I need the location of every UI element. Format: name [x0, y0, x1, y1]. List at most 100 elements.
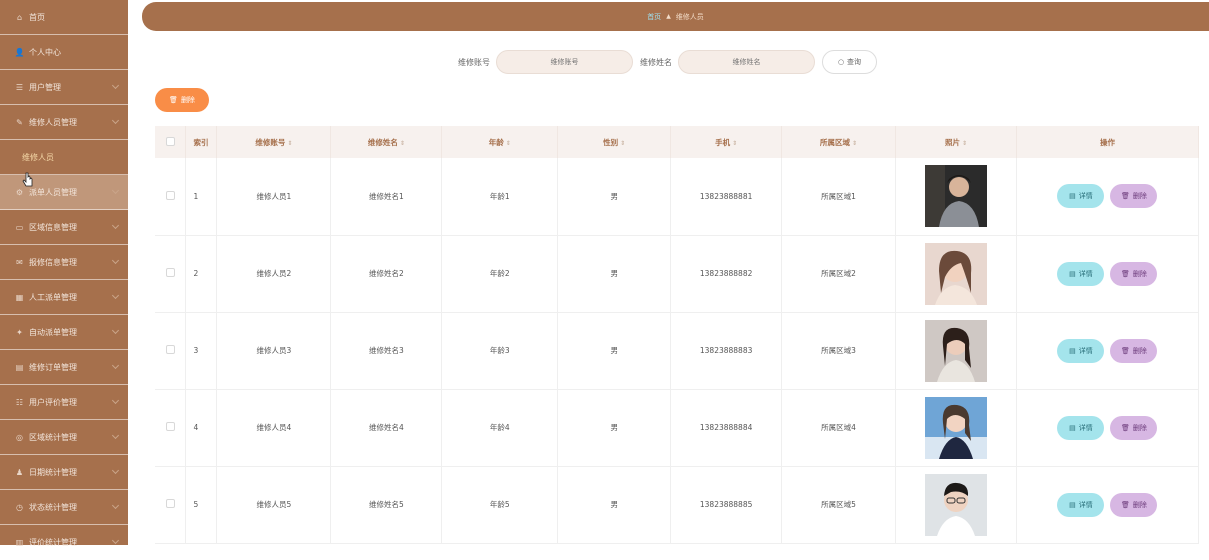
avatar[interactable]: [925, 473, 987, 536]
sidebar-item-1[interactable]: 👤 个人中心: [0, 35, 128, 70]
select-all-checkbox[interactable]: [165, 136, 175, 146]
row-checkbox[interactable]: [165, 268, 175, 277]
table-row: 4 维修人员4 维修姓名4 年龄4 男 13823888884 所属区域4 ▤ 详情 🗑 删除: [155, 389, 1200, 467]
row-delete-button[interactable]: 🗑 删除: [1110, 492, 1158, 517]
row-checkbox[interactable]: [165, 190, 175, 200]
name-label: 维修姓名: [640, 57, 672, 67]
sidebar-item-11[interactable]: ☷ 用户评价管理: [0, 385, 128, 420]
sidebar-item-13[interactable]: ♟ 日期统计管理: [0, 455, 128, 490]
detail-label: 详情: [1078, 192, 1093, 201]
row-select-cell: [155, 389, 187, 467]
users-icon: ☰: [15, 82, 24, 92]
sidebar-item-5[interactable]: ⚙ 派单人员管理: [0, 175, 128, 210]
document-icon: ▤: [1069, 500, 1076, 509]
sidebar-item-label: 个人中心: [29, 47, 61, 57]
account-search-input[interactable]: [496, 50, 633, 74]
delete-label: 删除: [1132, 346, 1147, 355]
header-name[interactable]: 维修姓名 ⇕: [330, 126, 443, 158]
report-icon: ✉: [16, 257, 23, 267]
avatar[interactable]: [925, 319, 987, 382]
header-gender[interactable]: 性别 ⇕: [557, 126, 672, 158]
cell-gender: 男: [557, 235, 672, 313]
header-age-label: 年龄: [488, 137, 504, 147]
sidebar-item-14[interactable]: ◷ 状态统计管理: [0, 490, 128, 525]
row-select-cell: [155, 158, 187, 236]
trash-icon: 🗑: [169, 96, 178, 104]
cell-region: 所属区域1: [781, 158, 897, 236]
row-delete-button[interactable]: 🗑 删除: [1110, 184, 1158, 209]
table-row: 2 维修人员2 维修姓名2 年龄2 男 13823888882 所属区域2 ▤ 详情 🗑 删除: [155, 235, 1200, 313]
map-icon: ▭: [15, 222, 24, 232]
sort-icon: ⇕: [399, 139, 405, 147]
row-delete-button[interactable]: 🗑 删除: [1110, 415, 1158, 440]
cell-photo: [895, 312, 1017, 390]
cell-index: 2: [185, 235, 218, 313]
query-button[interactable]: ○ 查询: [822, 50, 877, 74]
header-phone[interactable]: 手机 ⇕: [670, 126, 783, 158]
bulk-delete-button[interactable]: 🗑 删除: [155, 88, 209, 112]
delete-label: 删除: [1132, 423, 1147, 432]
cell-photo: [895, 158, 1017, 236]
sidebar-item-12[interactable]: ◎ 区域统计管理: [0, 420, 128, 455]
avatar[interactable]: [925, 396, 987, 459]
header-age[interactable]: 年龄 ⇕: [441, 126, 559, 158]
row-checkbox[interactable]: [165, 422, 175, 431]
detail-button[interactable]: ▤ 详情: [1057, 415, 1105, 440]
delete-label: 删除: [1132, 500, 1147, 509]
sidebar-item-3[interactable]: ✎ 维修人员管理: [0, 105, 128, 140]
sidebar-item-label: 自动派单管理: [29, 327, 77, 337]
header-account[interactable]: 维修账号 ⇕: [216, 126, 332, 158]
header-photo[interactable]: 照片 ⇕: [895, 126, 1017, 158]
query-button-label: 查询: [847, 58, 862, 66]
sidebar-item-6[interactable]: ▭ 区域信息管理: [0, 210, 128, 245]
cell-name: 维修姓名2: [330, 235, 443, 313]
breadcrumb: 首页 ▲ 维修人员: [142, 2, 1209, 31]
cell-region: 所属区域2: [781, 235, 897, 313]
detail-button[interactable]: ▤ 详情: [1057, 492, 1105, 517]
cell-ops: ▤ 详情 🗑 删除: [1016, 158, 1200, 236]
bulk-delete-label: 删除: [180, 96, 195, 104]
row-delete-button[interactable]: 🗑 删除: [1110, 338, 1158, 363]
home-icon: ⌂: [16, 12, 23, 22]
row-checkbox[interactable]: [165, 345, 175, 354]
auto-icon: ✦: [16, 327, 23, 337]
sidebar-item-4[interactable]: 维修人员: [0, 140, 128, 175]
cell-name: 维修姓名4: [330, 389, 443, 467]
detail-label: 详情: [1078, 423, 1093, 432]
cell-index: 1: [185, 158, 218, 236]
cell-gender: 男: [557, 466, 672, 544]
breadcrumb-current: 维修人员: [675, 12, 704, 21]
avatar[interactable]: [925, 242, 987, 305]
cell-index: 4: [185, 389, 218, 467]
cell-account: 维修人员4: [216, 389, 332, 467]
chevron-down-icon: [111, 361, 120, 370]
cell-photo: [895, 466, 1017, 544]
cell-phone: 13823888885: [670, 466, 783, 544]
sidebar-item-label: 状态统计管理: [29, 502, 77, 512]
detail-button[interactable]: ▤ 详情: [1057, 261, 1105, 286]
sidebar-item-15[interactable]: ▥ 评价统计管理: [0, 525, 128, 560]
row-select-cell: [155, 466, 187, 544]
sidebar-item-8[interactable]: ▦ 人工派单管理: [0, 280, 128, 315]
avatar[interactable]: [925, 165, 987, 228]
row-select-cell: [155, 312, 187, 390]
sidebar-item-0[interactable]: ⌂ 首页: [0, 0, 128, 35]
sidebar-item-10[interactable]: ▤ 维修订单管理: [0, 350, 128, 385]
detail-button[interactable]: ▤ 详情: [1057, 184, 1105, 209]
sidebar-item-7[interactable]: ✉ 报修信息管理: [0, 245, 128, 280]
header-region[interactable]: 所属区域 ⇕: [781, 126, 897, 158]
table-row: 1 维修人员1 维修姓名1 年龄1 男 13823888881 所属区域1 ▤ 详情 🗑 删除: [155, 158, 1200, 236]
cell-region: 所属区域3: [781, 312, 897, 390]
breadcrumb-home[interactable]: 首页: [647, 12, 661, 22]
sidebar-item-9[interactable]: ✦ 自动派单管理: [0, 315, 128, 350]
detail-button[interactable]: ▤ 详情: [1057, 338, 1105, 363]
sidebar-item-2[interactable]: ☰ 用户管理: [0, 70, 128, 105]
cell-photo: [895, 235, 1017, 313]
row-delete-button[interactable]: 🗑 删除: [1110, 261, 1158, 286]
gear-icon: ⚙: [15, 187, 24, 197]
row-checkbox[interactable]: [165, 499, 175, 508]
mouse-cursor-icon: [22, 172, 33, 187]
cell-ops: ▤ 详情 🗑 删除: [1016, 466, 1200, 544]
name-search-input[interactable]: [678, 50, 815, 74]
order-icon: ▤: [15, 362, 24, 372]
